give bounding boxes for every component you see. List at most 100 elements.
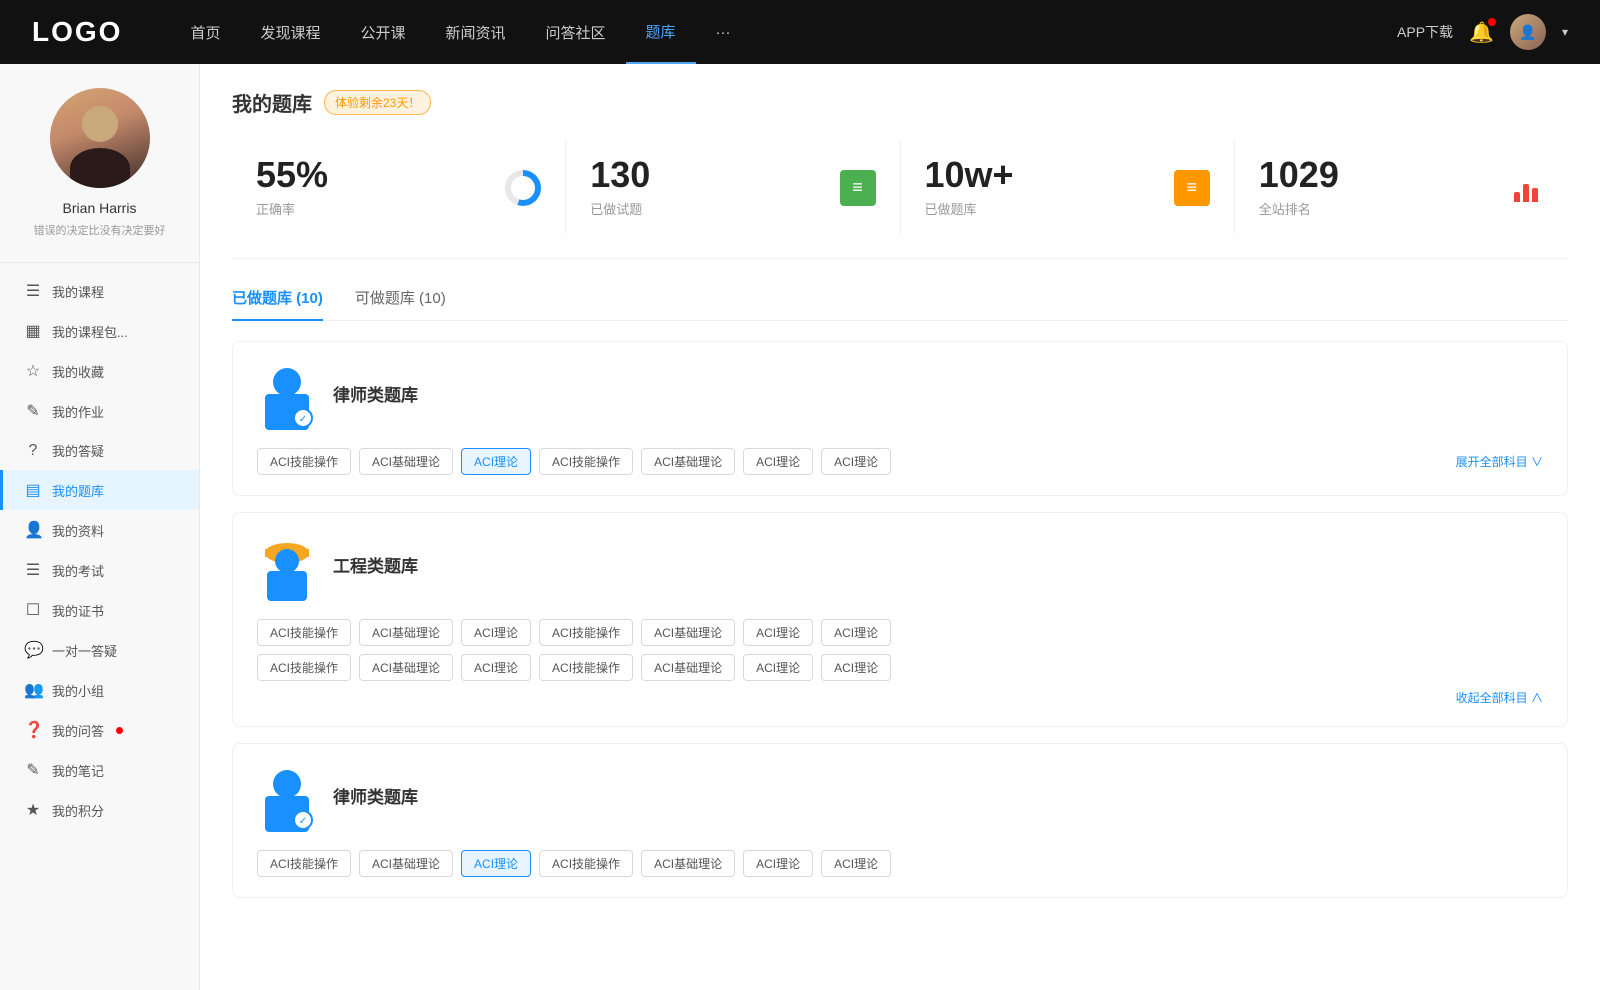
qa-icon: ? (24, 442, 42, 460)
tag-item[interactable]: ACI技能操作 (539, 448, 633, 475)
nav-item-bank[interactable]: 题库 (626, 0, 696, 64)
sidebar-item-label: 我的题库 (52, 481, 104, 500)
engineer-bank-icon (257, 533, 317, 603)
course-icon: ☰ (24, 281, 42, 301)
stat-ranking-text: 1029 全站排名 (1259, 157, 1496, 218)
sidebar-item-label: 我的问答 (52, 721, 104, 740)
sidebar-item-label: 我的考试 (52, 561, 104, 580)
sidebar-item-profile[interactable]: 👤 我的资料 (0, 510, 199, 550)
sidebar-item-my-course[interactable]: ☰ 我的课程 (0, 271, 199, 311)
stat-accuracy-label: 正确率 (256, 199, 493, 218)
tag-item-active[interactable]: ACI理论 (461, 448, 531, 475)
tag-item[interactable]: ACI基础理论 (359, 654, 453, 681)
tag-item[interactable]: ACI理论 (461, 619, 531, 646)
tag-item[interactable]: ACI理论 (821, 654, 891, 681)
sidebar-item-my-qa[interactable]: ❓ 我的问答 (0, 710, 199, 750)
package-icon: ▦ (24, 321, 42, 341)
tag-item[interactable]: ACI理论 (821, 619, 891, 646)
tab-available-banks[interactable]: 可做题库 (10) (355, 287, 446, 320)
bank-tags-engineer-row2: ACI技能操作 ACI基础理论 ACI理论 ACI技能操作 ACI基础理论 AC… (257, 654, 1543, 681)
stat-accuracy-value: 55% (256, 157, 493, 193)
stats-row: 55% 正确率 130 已做试题 ≡ 10w+ 已做题库 ≡ (232, 141, 1568, 259)
sidebar-item-label: 我的答疑 (52, 441, 104, 460)
sidebar-item-label: 我的笔记 (52, 761, 104, 780)
group-icon: 👥 (24, 680, 42, 700)
stat-done-banks-label: 已做题库 (925, 199, 1162, 218)
exam-icon: ☰ (24, 560, 42, 580)
tag-item[interactable]: ACI基础理论 (359, 850, 453, 877)
star-icon: ☆ (24, 361, 42, 381)
profile-icon: 👤 (24, 520, 42, 540)
tag-item[interactable]: ACI技能操作 (539, 619, 633, 646)
tag-item[interactable]: ACI理论 (461, 654, 531, 681)
user-avatar[interactable] (50, 88, 150, 188)
nav-item-news[interactable]: 新闻资讯 (426, 0, 526, 64)
stat-done-banks-value: 10w+ (925, 157, 1162, 193)
svg-text:✓: ✓ (299, 414, 307, 425)
sidebar-item-notes[interactable]: ✎ 我的笔记 (0, 750, 199, 790)
lawyer-svg-icon-2: ✓ (259, 766, 315, 832)
bank-item-lawyer-1: ✓ 律师类题库 ACI技能操作 ACI基础理论 ACI理论 ACI技能操作 AC… (232, 341, 1568, 496)
user-avatar-nav[interactable]: 👤 (1510, 14, 1546, 50)
chart-stat-icon (1508, 170, 1544, 206)
tag-item[interactable]: ACI基础理论 (641, 850, 735, 877)
expand-link-1[interactable]: 展开全部科目 ∨ (1456, 453, 1543, 470)
nav-item-open-course[interactable]: 公开课 (340, 0, 425, 64)
bank-header-engineer: 工程类题库 (257, 533, 1543, 603)
tag-item[interactable]: ACI理论 (743, 654, 813, 681)
sidebar-item-certificate[interactable]: ☐ 我的证书 (0, 590, 199, 630)
tag-item[interactable]: ACI技能操作 (539, 850, 633, 877)
nav-item-qa[interactable]: 问答社区 (526, 0, 626, 64)
tag-item[interactable]: ACI理论 (743, 619, 813, 646)
sidebar-item-one-on-one[interactable]: 💬 一对一答疑 (0, 630, 199, 670)
stat-done-banks: 10w+ 已做题库 ≡ (901, 141, 1235, 234)
tag-item[interactable]: ACI技能操作 (257, 850, 351, 877)
tag-item[interactable]: ACI理论 (743, 850, 813, 877)
tag-item-active[interactable]: ACI理论 (461, 850, 531, 877)
bank-header-lawyer-2: ✓ 律师类题库 (257, 764, 1543, 834)
sidebar-item-exam[interactable]: ☰ 我的考试 (0, 550, 199, 590)
tag-item[interactable]: ACI理论 (821, 448, 891, 475)
nav-item-discover[interactable]: 发现课程 (240, 0, 340, 64)
tag-item[interactable]: ACI基础理论 (359, 448, 453, 475)
tag-item[interactable]: ACI技能操作 (257, 448, 351, 475)
nav-item-more[interactable]: ··· (696, 0, 751, 64)
stat-ranking-label: 全站排名 (1259, 199, 1496, 218)
stat-ranking: 1029 全站排名 (1235, 141, 1568, 234)
tab-done-banks[interactable]: 已做题库 (10) (232, 287, 323, 320)
tabs-row: 已做题库 (10) 可做题库 (10) (232, 287, 1568, 321)
sidebar-item-homework[interactable]: ✎ 我的作业 (0, 391, 199, 431)
tag-item[interactable]: ACI理论 (743, 448, 813, 475)
bar3 (1532, 188, 1538, 202)
book-stat-icon: ≡ (840, 170, 876, 206)
cert-icon: ☐ (24, 600, 42, 620)
sidebar-item-qa-mine[interactable]: ? 我的答疑 (0, 431, 199, 470)
notification-bell[interactable]: 🔔 (1469, 20, 1494, 45)
collapse-link[interactable]: 收起全部科目 ∧ (257, 689, 1543, 706)
main-layout: Brian Harris 错误的决定比没有决定要好 ☰ 我的课程 ▦ 我的课程包… (0, 64, 1600, 990)
sidebar-item-group[interactable]: 👥 我的小组 (0, 670, 199, 710)
sidebar-item-course-package[interactable]: ▦ 我的课程包... (0, 311, 199, 351)
qa-notification-dot (116, 727, 123, 734)
nav-item-home[interactable]: 首页 (170, 0, 240, 64)
tag-item[interactable]: ACI技能操作 (539, 654, 633, 681)
tag-item[interactable]: ACI技能操作 (257, 619, 351, 646)
bar1 (1514, 192, 1520, 202)
sidebar-item-points[interactable]: ★ 我的积分 (0, 790, 199, 830)
chat-icon: 💬 (24, 640, 42, 660)
points-icon: ★ (24, 800, 42, 820)
tag-item[interactable]: ACI基础理论 (641, 448, 735, 475)
lawyer-bank-icon: ✓ (257, 362, 317, 432)
tag-item[interactable]: ACI基础理论 (641, 619, 735, 646)
sidebar-item-label: 我的积分 (52, 801, 104, 820)
tag-item[interactable]: ACI基础理论 (641, 654, 735, 681)
app-download-button[interactable]: APP下载 (1397, 22, 1453, 42)
sidebar-item-label: 我的收藏 (52, 362, 104, 381)
user-menu-chevron[interactable]: ▾ (1562, 25, 1568, 39)
tag-item[interactable]: ACI理论 (821, 850, 891, 877)
notes-icon: ✎ (24, 760, 42, 780)
tag-item[interactable]: ACI技能操作 (257, 654, 351, 681)
sidebar-item-question-bank[interactable]: ▤ 我的题库 (0, 470, 199, 510)
tag-item[interactable]: ACI基础理论 (359, 619, 453, 646)
sidebar-item-favorites[interactable]: ☆ 我的收藏 (0, 351, 199, 391)
